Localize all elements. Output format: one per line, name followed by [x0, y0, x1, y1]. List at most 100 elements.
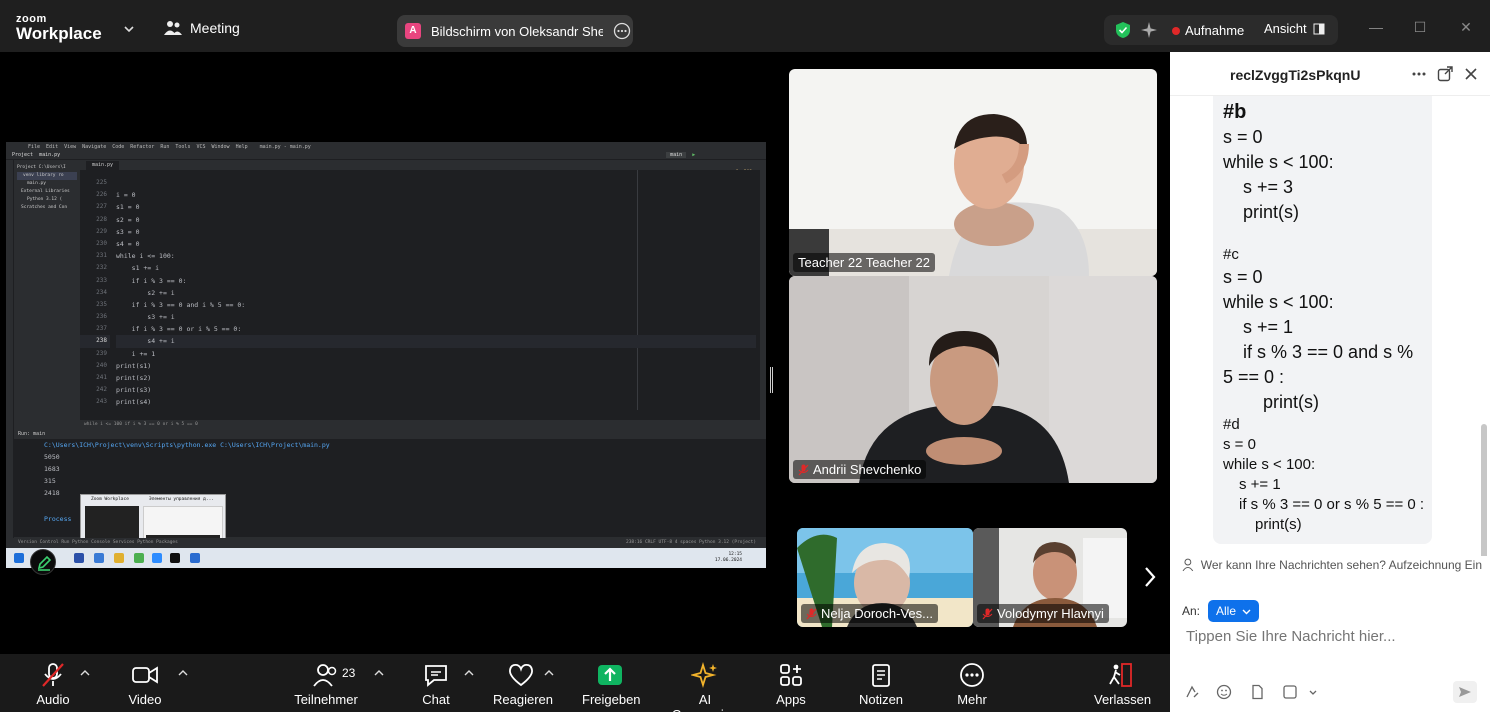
- more-button[interactable]: Mehr: [952, 662, 992, 707]
- video-button[interactable]: Video: [125, 662, 165, 707]
- code-line: s2 = 0: [116, 215, 140, 224]
- recipient-dropdown[interactable]: Alle: [1208, 600, 1260, 622]
- app-icon: [170, 553, 180, 563]
- line-number: 235: [96, 300, 107, 308]
- chevron-up-icon[interactable]: [178, 668, 188, 678]
- line-number: 241: [96, 374, 107, 381]
- screenshot-icon[interactable]: [1282, 684, 1298, 700]
- notes-button[interactable]: Notizen: [857, 662, 905, 707]
- chevron-down-icon[interactable]: [1308, 684, 1318, 700]
- file-icon[interactable]: [1249, 684, 1265, 700]
- mic-muted-icon: [806, 608, 817, 619]
- more-dots-icon: [960, 663, 984, 687]
- sparkle-icon[interactable]: [1140, 21, 1158, 39]
- tree-item: Project C:\Users\I: [17, 165, 66, 170]
- chat-panel: reclZvggTi2sPkqnU #b s = 0 while s < 100…: [1170, 52, 1490, 712]
- line-number: 226: [96, 191, 107, 199]
- resize-handle[interactable]: [770, 367, 774, 393]
- shield-icon[interactable]: [1114, 21, 1132, 39]
- preview-title: Элементы управления д...: [149, 497, 215, 502]
- video-camera-icon: [132, 666, 158, 684]
- chevron-up-icon[interactable]: [544, 668, 554, 678]
- video-tile-nelja[interactable]: Nelja Doroch-Ves...: [797, 528, 973, 627]
- app-icon: [74, 553, 84, 563]
- video-label: Video: [128, 692, 162, 707]
- video-tile-andrii[interactable]: Andrii Shevchenko: [789, 276, 1157, 483]
- minimize-icon[interactable]: —: [1369, 20, 1383, 34]
- participant-name: Andrii Shevchenko: [813, 462, 922, 477]
- person-lock-icon: [1182, 558, 1194, 572]
- app-icon: [152, 553, 162, 563]
- react-button[interactable]: Reagieren: [493, 662, 553, 707]
- chevron-up-icon[interactable]: [464, 668, 474, 678]
- ide-run-icon: ▶: [692, 152, 696, 158]
- chevron-up-icon[interactable]: [374, 668, 384, 678]
- chat-scrollbar[interactable]: [1481, 424, 1487, 556]
- participant-name: Teacher 22 Teacher 22: [798, 255, 931, 270]
- maximize-icon[interactable]: ☐: [1413, 20, 1427, 34]
- video-tile-teacher[interactable]: Teacher 22 Teacher 22: [789, 69, 1157, 276]
- message-line: s = 0: [1223, 436, 1256, 453]
- output-line: 1683: [44, 465, 60, 473]
- code-line: s3 += i: [116, 313, 175, 322]
- leave-button[interactable]: Verlassen: [1094, 662, 1151, 707]
- notes-icon: [872, 664, 890, 687]
- zoom-window: zoom Workplace Meeting A Bildschirm von …: [0, 0, 1490, 712]
- recording-indicator[interactable]: Aufnahme: [1172, 23, 1244, 38]
- ide-menu-file: File: [28, 143, 41, 150]
- pop-out-icon[interactable]: [1437, 66, 1453, 82]
- chat-message-input[interactable]: [1186, 628, 1476, 645]
- meeting-menu[interactable]: Meeting: [164, 20, 240, 36]
- view-button[interactable]: Ansicht: [1264, 21, 1325, 36]
- ai-companion-button[interactable]: AI Companion: [665, 662, 745, 712]
- chevron-right-icon[interactable]: [1143, 565, 1157, 589]
- screen-share-pill[interactable]: A Bildschirm von Oleksandr Shevchenko: [397, 15, 633, 47]
- preview-title: Zoom Workplace: [91, 497, 129, 502]
- line-number: 228: [96, 215, 107, 223]
- apps-button[interactable]: Apps: [771, 662, 811, 707]
- ide-menu-view: View: [64, 143, 77, 150]
- message-line: print(s): [1263, 392, 1320, 412]
- close-window-icon[interactable]: ✕: [1459, 20, 1473, 34]
- line-number: 232: [96, 264, 107, 272]
- shared-screen[interactable]: File Edit View Navigate Code Refactor Ru…: [6, 142, 766, 568]
- annotate-button[interactable]: [30, 549, 56, 575]
- chevron-down-icon: [1242, 609, 1251, 614]
- line-number: 242: [96, 386, 107, 394]
- participant-count: 23: [342, 666, 356, 680]
- format-text-icon[interactable]: [1184, 684, 1200, 700]
- more-options-icon[interactable]: [613, 22, 631, 40]
- send-button[interactable]: [1453, 681, 1477, 703]
- emoji-icon[interactable]: [1216, 684, 1232, 700]
- line-number-gutter: 225 226 227 228 229 230 231 232 233 234 …: [80, 170, 110, 420]
- status-right: 238:16 CRLF UTF-8 4 spaces Python 3.12 (…: [626, 540, 757, 545]
- more-icon[interactable]: [1411, 66, 1427, 82]
- video-tile-volodymyr[interactable]: Volodymyr Hlavnyi: [973, 528, 1127, 627]
- privacy-note[interactable]: Wer kann Ihre Nachrichten sehen? Aufzeic…: [1182, 558, 1482, 572]
- heart-icon: [509, 663, 533, 687]
- meeting-toolbar: Audio Video Teilnehmer 23 Chat Reagieren…: [0, 654, 1170, 712]
- line-number: 236: [96, 313, 107, 321]
- audio-button[interactable]: Audio: [33, 662, 73, 707]
- chat-messages[interactable]: #b s = 0 while s < 100: s += 3 print(s) …: [1170, 96, 1490, 556]
- share-screen-icon: [598, 665, 622, 685]
- line-number: 238: [80, 335, 110, 348]
- chevron-up-icon[interactable]: [80, 668, 90, 678]
- close-icon[interactable]: [1463, 66, 1479, 82]
- message-line: s += 1: [1239, 476, 1281, 493]
- apps-label: Apps: [776, 692, 806, 707]
- send-icon: [1459, 687, 1471, 697]
- message-line: print(s): [1255, 516, 1302, 533]
- chat-button[interactable]: Chat: [416, 662, 456, 707]
- message-line: s += 1: [1243, 317, 1294, 337]
- ide-menu-navigate: Navigate: [82, 143, 107, 150]
- code-line: i += 1: [116, 349, 156, 358]
- view-label: Ansicht: [1264, 21, 1307, 36]
- chevron-down-icon[interactable]: [122, 22, 136, 36]
- chat-header: reclZvggTi2sPkqnU: [1170, 52, 1490, 96]
- chat-message-bubble: #b s = 0 while s < 100: s += 3 print(s) …: [1213, 96, 1432, 544]
- code-breadcrumb: while i <= 100 if i % 3 == 0 or i % 5 ==…: [80, 420, 766, 429]
- share-button[interactable]: Freigeben: [582, 662, 641, 707]
- output-line: 315: [44, 477, 56, 485]
